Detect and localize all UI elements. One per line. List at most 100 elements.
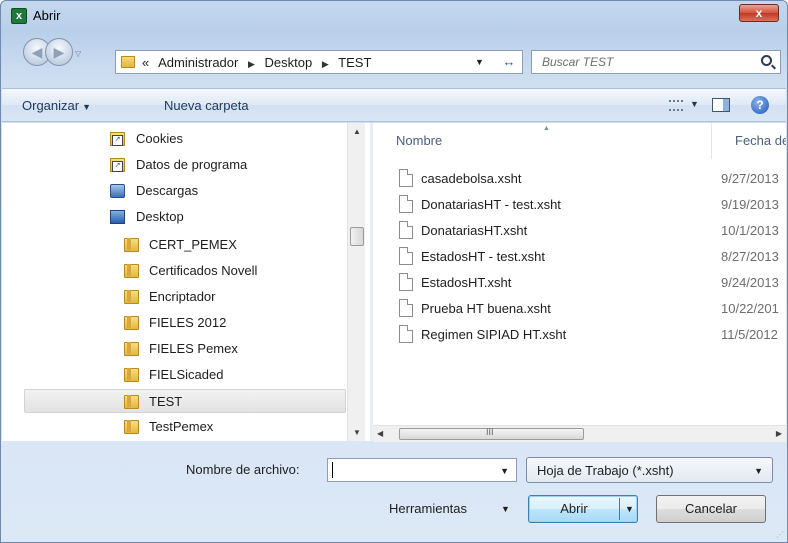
folder-icon <box>124 290 139 304</box>
tree-item-encriptador[interactable]: Encriptador <box>2 285 348 309</box>
command-bar: Organizar ▼ Nueva carpeta ▼ ? <box>2 88 786 122</box>
tree-item-label: TestPemex <box>149 419 214 434</box>
chevron-right-icon[interactable]: ▶ <box>322 59 329 69</box>
folder-icon <box>124 264 139 278</box>
breadcrumb-item-administrador[interactable]: Administrador <box>158 55 238 70</box>
file-date: 10/1/2013 <box>721 223 779 238</box>
split-divider <box>619 498 620 520</box>
tools-menu[interactable]: Herramientas <box>389 501 467 516</box>
filetype-value: Hoja de Trabajo (*.xsht) <box>537 463 674 478</box>
search-input[interactable] <box>542 55 742 69</box>
title-bar: x Abrir x <box>1 1 787 29</box>
tree-item-label: TEST <box>149 394 183 409</box>
file-icon <box>399 195 413 213</box>
sort-ascending-icon: ▲ <box>543 125 550 132</box>
view-options-icon[interactable] <box>669 100 683 111</box>
file-icon <box>399 273 413 291</box>
tree-item-label: Cookies <box>136 131 183 146</box>
file-name: Prueba HT buena.xsht <box>421 301 551 316</box>
filetype-select[interactable]: Hoja de Trabajo (*.xsht) ▼ <box>526 457 773 483</box>
forward-button[interactable]: ▶ <box>45 38 73 66</box>
file-name: Regimen SIPIAD HT.xsht <box>421 327 567 342</box>
close-button[interactable]: x <box>739 4 779 22</box>
scroll-left-icon[interactable]: ◀ <box>377 429 383 438</box>
breadcrumb: « Administrador ▶ Desktop ▶ TEST <box>142 55 377 70</box>
tree-item-cookies[interactable]: Cookies <box>2 127 348 151</box>
file-row[interactable]: DonatariasHT.xsht 10/1/2013 <box>393 219 786 243</box>
tree-item-testpemex[interactable]: TestPemex <box>2 415 348 439</box>
chevron-down-icon[interactable]: ▼ <box>501 504 510 514</box>
scroll-down-icon[interactable]: ▼ <box>353 428 361 437</box>
address-bar[interactable]: « Administrador ▶ Desktop ▶ TEST <box>115 50 523 74</box>
file-row[interactable]: Regimen SIPIAD HT.xsht 11/5/2012 <box>393 323 786 347</box>
filename-input[interactable] <box>332 460 492 480</box>
search-icon[interactable] <box>761 55 772 66</box>
file-row[interactable]: DonatariasHT - test.xsht 9/19/2013 <box>393 193 786 217</box>
shortcut-folder-icon <box>110 158 125 172</box>
search-box[interactable] <box>531 50 781 74</box>
file-row[interactable]: casadebolsa.xsht 9/27/2013 <box>393 167 786 191</box>
window-title: Abrir <box>33 8 61 23</box>
file-list-scrollbar[interactable]: ◀ III ▶ <box>373 425 786 442</box>
chevron-down-icon[interactable]: ▼ <box>690 99 699 109</box>
refresh-icon[interactable]: ↔ <box>497 52 521 72</box>
column-header-date[interactable]: Fecha de i <box>735 133 786 148</box>
file-icon <box>399 325 413 343</box>
navigation-scrollbar[interactable]: ▲ ▼ <box>347 123 365 441</box>
desktop-icon <box>110 210 125 224</box>
file-date: 9/19/2013 <box>721 197 779 212</box>
preview-pane-icon[interactable] <box>712 98 730 112</box>
tree-item-cert-pemex[interactable]: CERT_PEMEX <box>2 233 348 257</box>
downloads-icon <box>110 184 125 198</box>
scrollbar-thumb[interactable] <box>350 227 364 246</box>
new-folder-button[interactable]: Nueva carpeta <box>164 98 249 113</box>
file-row[interactable]: EstadosHT - test.xsht 8/27/2013 <box>393 245 786 269</box>
file-row[interactable]: Prueba HT buena.xsht 10/22/201 <box>393 297 786 321</box>
tree-item-test[interactable]: TEST <box>24 389 346 413</box>
breadcrumb-overflow[interactable]: « <box>142 55 149 70</box>
tree-item-label: FIELSicaded <box>149 367 224 382</box>
file-date: 11/5/2012 <box>721 327 778 342</box>
file-list[interactable]: ▲ Nombre Fecha de i casadebolsa.xsht 9/2… <box>373 123 786 425</box>
open-dialog: x Abrir x ◀ ▶ ▽ « Administrador ▶ Deskto… <box>0 0 788 543</box>
breadcrumb-item-test[interactable]: TEST <box>338 55 371 70</box>
resize-grip-icon[interactable]: ⋰ <box>776 530 784 539</box>
organize-menu[interactable]: Organizar ▼ <box>22 98 91 113</box>
tree-item-label: Datos de programa <box>136 157 248 172</box>
chevron-right-icon[interactable]: ▶ <box>248 59 255 69</box>
scrollbar-thumb[interactable]: III <box>399 427 584 440</box>
chevron-down-icon[interactable]: ▼ <box>500 466 509 476</box>
breadcrumb-item-desktop[interactable]: Desktop <box>265 55 313 70</box>
cancel-button[interactable]: Cancelar <box>656 495 766 523</box>
open-button[interactable]: Abrir ▼ <box>528 495 638 523</box>
file-icon <box>399 169 413 187</box>
file-icon <box>399 247 413 265</box>
tree-item-label: CERT_PEMEX <box>149 237 237 252</box>
file-row[interactable]: EstadosHT.xsht 9/24/2013 <box>393 271 786 295</box>
help-icon[interactable]: ? <box>751 96 769 114</box>
address-dropdown-icon[interactable]: ▼ <box>475 57 484 67</box>
folder-icon <box>124 368 139 382</box>
excel-app-icon: x <box>11 8 27 24</box>
tree-item-fielsicaded[interactable]: FIELSicaded <box>2 363 348 387</box>
tree-item-label: Certificados Novell <box>149 263 258 278</box>
chevron-down-icon: ▼ <box>82 102 91 112</box>
text-caret <box>332 462 333 478</box>
tree-item-fieles-2012[interactable]: FIELES 2012 <box>2 311 348 335</box>
tree-item-certificados-novell[interactable]: Certificados Novell <box>2 259 348 283</box>
column-header-name[interactable]: Nombre <box>396 133 442 148</box>
tree-item-fieles-pemex[interactable]: FIELES Pemex <box>2 337 348 361</box>
recent-pages-dropdown[interactable]: ▽ <box>75 49 81 58</box>
column-divider[interactable] <box>711 123 712 159</box>
tree-item-datos-de-programa[interactable]: Datos de programa <box>2 153 348 177</box>
filename-combobox[interactable]: ▼ <box>327 458 517 482</box>
chevron-down-icon[interactable]: ▼ <box>625 496 634 522</box>
tree-item-desktop[interactable]: Desktop <box>2 205 348 229</box>
file-name: DonatariasHT.xsht <box>421 223 528 238</box>
scroll-up-icon[interactable]: ▲ <box>353 127 361 136</box>
shortcut-folder-icon <box>110 132 125 146</box>
scroll-right-icon[interactable]: ▶ <box>776 429 782 438</box>
navigation-pane[interactable]: Cookies Datos de programa Descargas Desk… <box>2 123 370 441</box>
tree-item-descargas[interactable]: Descargas <box>2 179 348 203</box>
file-name: DonatariasHT - test.xsht <box>421 197 561 212</box>
